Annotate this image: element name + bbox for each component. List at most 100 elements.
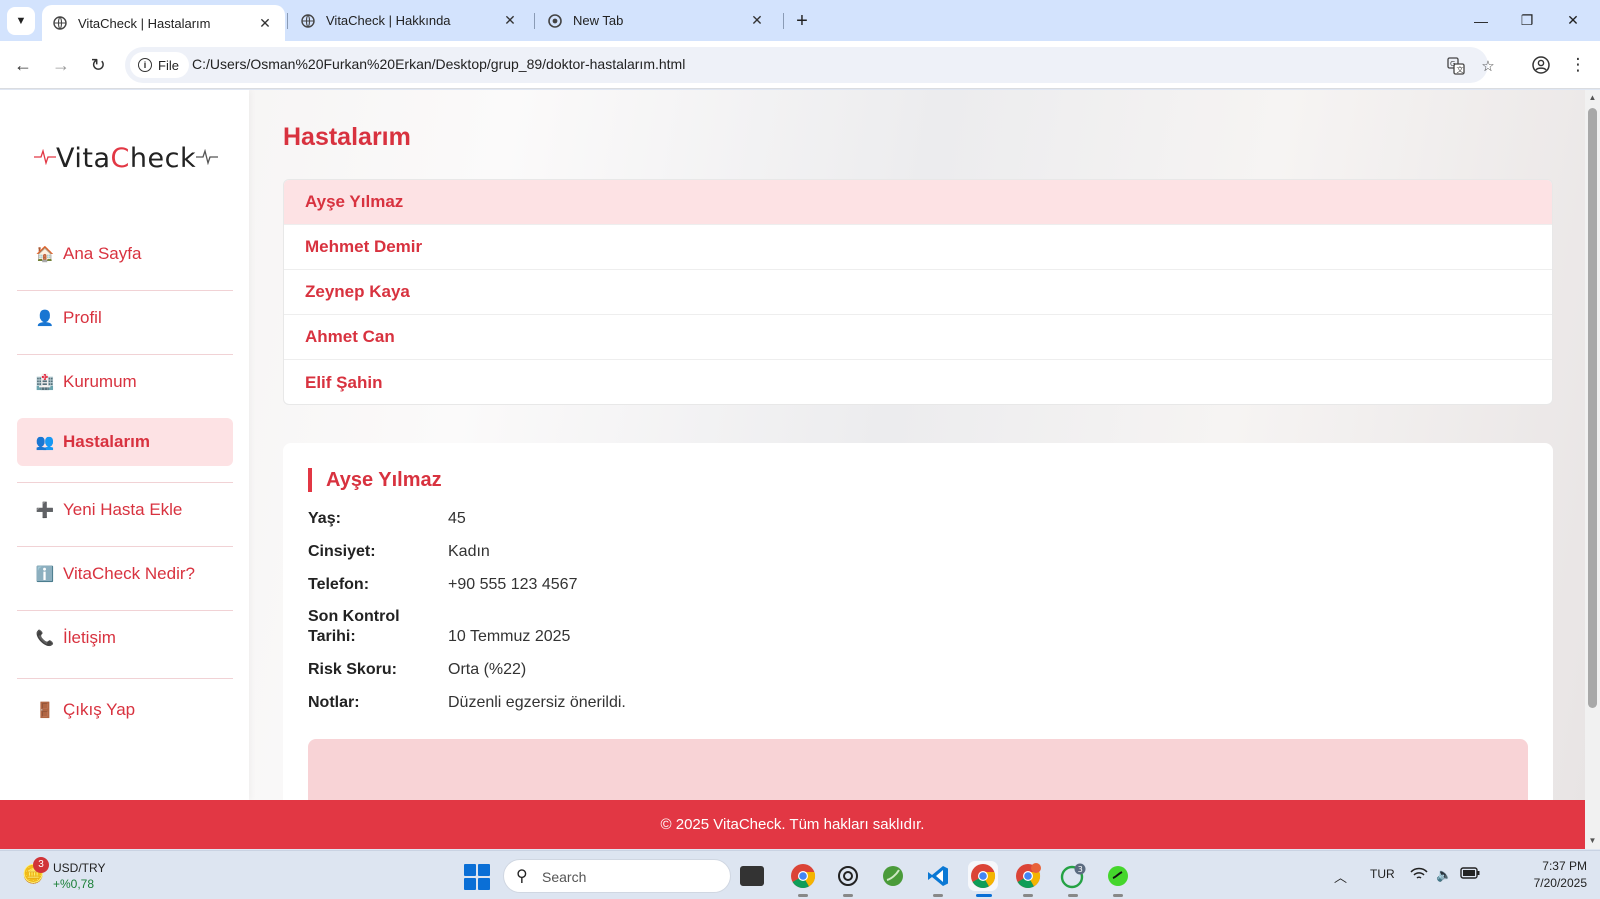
minimize-button[interactable]: — [1458,0,1504,41]
tab-search-button[interactable]: ▼ [7,7,35,35]
file-explorer-icon[interactable] [740,866,764,886]
restore-icon: ❐ [1520,12,1534,28]
forward-button[interactable]: → [47,51,75,79]
star-icon[interactable]: ☆ [1477,55,1499,77]
chrome-profile-icon[interactable] [1013,861,1043,897]
page-viewport: VitaCheck 🏠 Ana Sayfa 👤 Profil 🏥 Kurumum… [0,90,1585,849]
windows-start-icon[interactable] [464,864,490,890]
close-icon[interactable]: ✕ [747,11,767,31]
tab-title: VitaCheck | Hakkında [326,13,451,28]
tab-hastalarim[interactable]: VitaCheck | Hastalarım ✕ [42,5,285,41]
chrome-icon [547,13,563,29]
currency-widget[interactable]: 🪙 3 USD/TRY +%0,78 [18,857,118,895]
sidebar-item-kurumum[interactable]: 🏥 Kurumum [17,358,233,406]
language-indicator[interactable]: TUR [1370,867,1395,881]
detail-value: Orta (%22) [448,661,527,678]
sidebar-item-hastalarim[interactable]: 👥 Hastalarım [17,418,233,466]
tab-new-tab[interactable]: New Tab ✕ [537,0,777,41]
users-icon: 👥 [35,434,55,451]
search-placeholder: Search [542,869,587,885]
address-bar[interactable]: i File C:/Users/Osman%20Furkan%20Erkan/D… [125,47,1495,83]
sidebar-item-label: İletişim [63,628,116,647]
sidebar-item-label: Yeni Hasta Ekle [63,500,183,519]
sidebar-item-iletisim[interactable]: 📞 İletişim [17,614,233,662]
whatsapp-icon[interactable]: 3 [1058,861,1088,897]
scrollbar-thumb[interactable] [1588,108,1597,708]
patient-list-item[interactable]: Mehmet Demir [284,225,1552,270]
patient-list-item[interactable]: Elif Şahin [284,360,1552,404]
volume-icon[interactable]: 🔈 [1436,867,1452,883]
url-text[interactable]: C:/Users/Osman%20Furkan%20Erkan/Desktop/… [192,56,685,72]
profile-icon[interactable] [1527,51,1555,79]
sidebar: VitaCheck 🏠 Ana Sayfa 👤 Profil 🏥 Kurumum… [0,90,249,800]
chrome-active-icon[interactable] [968,861,998,897]
divider [17,482,233,483]
app-leaf-icon[interactable] [878,861,908,891]
detail-value: Kadın [448,543,490,560]
windows-taskbar: 🪙 3 USD/TRY +%0,78 ⚲ Search 3 ︿ TUR 🔈 7:… [0,850,1600,899]
site-info-chip[interactable]: i File [130,52,189,78]
close-icon[interactable]: ✕ [255,13,275,33]
detail-value: 45 [448,510,466,527]
sidebar-item-ana-sayfa[interactable]: 🏠 Ana Sayfa [17,230,233,278]
taskbar-search[interactable]: ⚲ Search [503,859,731,893]
tab-hakkinda[interactable]: VitaCheck | Hakkında ✕ [290,0,530,41]
close-window-button[interactable]: ✕ [1550,0,1596,41]
clock-time: 7:37 PM [1542,859,1587,873]
phone-icon: 📞 [35,630,55,647]
svg-text:3: 3 [1078,865,1083,874]
reload-button[interactable]: ↻ [84,51,112,79]
minimize-icon: — [1474,12,1488,29]
sidebar-item-label: Ana Sayfa [63,244,142,263]
house-icon: 🏠 [35,246,55,263]
back-button[interactable]: ← [9,51,37,79]
sidebar-item-yeni-hasta-ekle[interactable]: ➕ Yeni Hasta Ekle [17,486,233,534]
patient-detail-name: Ayşe Yılmaz [308,468,442,492]
patient-list-item[interactable]: Zeynep Kaya [284,270,1552,315]
vscode-icon[interactable] [923,861,953,897]
detail-label: Yaş: [308,510,341,527]
notification-badge: 3 [33,857,49,873]
patient-list-item[interactable]: Ahmet Can [284,315,1552,360]
restore-button[interactable]: ❐ [1504,0,1550,41]
chatgpt-icon[interactable] [833,861,863,897]
plus-icon: + [796,9,808,32]
page-title: Hastalarım [283,123,411,151]
pulse-line-icon [196,148,219,168]
sidebar-item-label: Kurumum [63,372,137,391]
sidebar-item-cikis-yap[interactable]: 🚪 Çıkış Yap [17,686,233,734]
sidebar-item-label: Profil [63,308,102,327]
battery-icon[interactable] [1460,867,1480,882]
scroll-down-arrow-icon[interactable]: ▼ [1588,836,1597,846]
divider [17,546,233,547]
arrow-left-icon: ← [14,54,32,75]
divider [17,610,233,611]
chrome-icon[interactable] [788,861,818,897]
sidebar-item-profil[interactable]: 👤 Profil [17,294,233,342]
info-icon: i [138,58,152,72]
logo-text: VitaCheck [56,142,197,174]
scroll-up-arrow-icon[interactable]: ▲ [1588,93,1597,103]
clock-date: 7/20/2025 [1533,876,1587,890]
chevron-up-icon[interactable]: ︿ [1334,867,1347,886]
search-icon: ⚲ [516,868,528,885]
close-icon[interactable]: ✕ [500,11,520,31]
page-scrollbar[interactable]: ▲ ▼ [1585,90,1600,849]
menu-kebab-icon[interactable]: ⋮ [1564,51,1592,79]
patient-detail-card: Ayşe Yılmaz Yaş: 45 Cinsiyet: Kadın Tele… [283,443,1553,849]
vitacheck-logo[interactable]: VitaCheck [34,140,219,176]
razer-icon[interactable] [1103,861,1133,897]
translate-icon[interactable]: G文 [1445,55,1467,77]
info-icon: ℹ️ [35,566,55,583]
new-tab-button[interactable]: + [789,8,815,34]
tab-title: VitaCheck | Hastalarım [78,15,211,31]
browser-toolbar: ← → ↻ i File C:/Users/Osman%20Furkan%20E… [0,41,1600,89]
door-icon: 🚪 [35,702,55,719]
system-clock[interactable]: 7:37 PM 7/20/2025 [1515,858,1587,892]
tab-bar: ▼ VitaCheck | Hastalarım ✕ VitaCheck | H… [0,0,1600,41]
widget-title: USD/TRY [53,861,106,875]
patient-list-item[interactable]: Ayşe Yılmaz [284,180,1552,225]
tab-separator [783,13,784,29]
sidebar-item-vitacheck-nedir[interactable]: ℹ️ VitaCheck Nedir? [17,550,233,598]
wifi-icon[interactable] [1410,867,1428,884]
